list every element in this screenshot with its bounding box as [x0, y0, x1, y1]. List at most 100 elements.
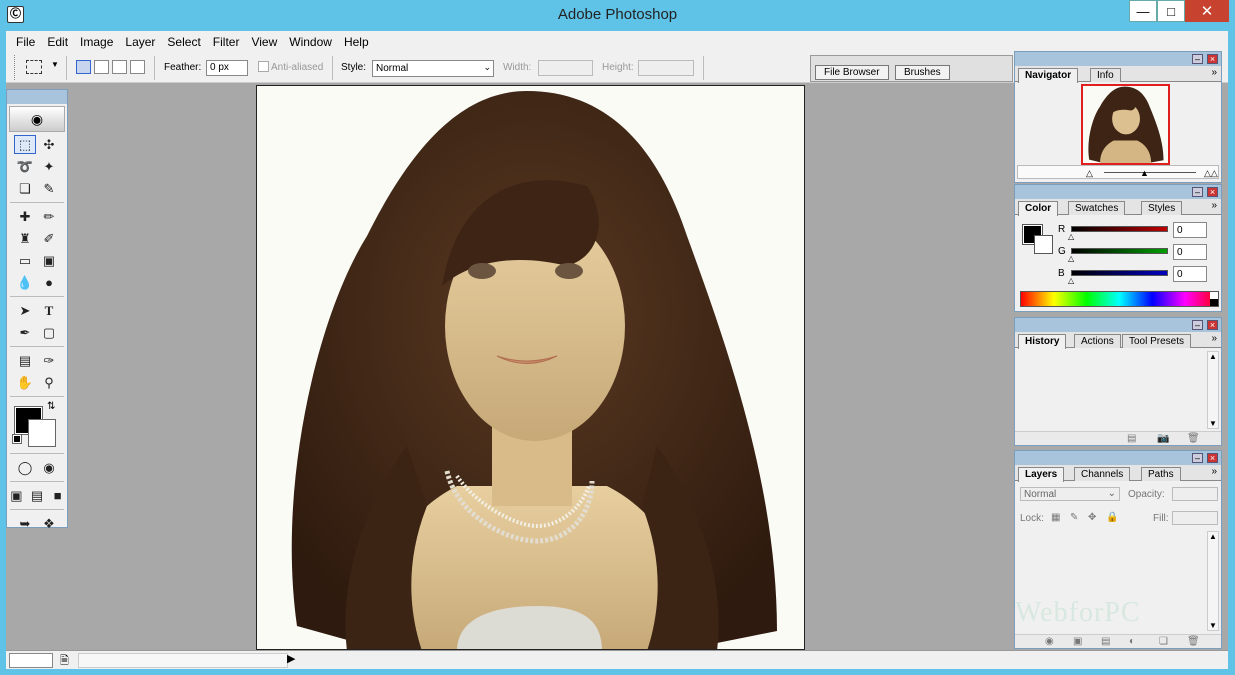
blue-slider-handle[interactable]: △	[1068, 276, 1074, 285]
eyedropper-tool-icon[interactable]: ✑	[38, 351, 60, 370]
panel-menu-icon[interactable]: »	[1211, 200, 1217, 211]
panel-menu-icon[interactable]: »	[1211, 333, 1217, 344]
lasso-tool-icon[interactable]: ➰	[14, 157, 36, 176]
menu-filter[interactable]: Filter	[207, 35, 246, 49]
panel-header[interactable]: – ×	[1015, 318, 1221, 332]
new-layer-icon[interactable]: ❏	[1159, 636, 1168, 647]
blue-value-field[interactable]: 0	[1173, 266, 1207, 282]
menu-view[interactable]: View	[245, 35, 283, 49]
dodge-tool-icon[interactable]: ●	[38, 273, 60, 292]
layer-mask-icon[interactable]: ▣	[1073, 636, 1082, 647]
eraser-tool-icon[interactable]: ▭	[14, 251, 36, 270]
fill-field[interactable]	[1172, 511, 1218, 525]
document-info-icon[interactable]: 🗎	[60, 652, 69, 671]
antialiased-checkbox[interactable]	[258, 61, 269, 72]
minimize-panel-icon[interactable]: –	[1192, 187, 1203, 197]
new-set-icon[interactable]: ▤	[1101, 636, 1110, 647]
tab-styles[interactable]: Styles	[1141, 201, 1183, 215]
new-document-icon[interactable]: ▤	[1127, 433, 1136, 444]
crop-tool-icon[interactable]: ❏	[14, 179, 36, 198]
green-slider-handle[interactable]: △	[1068, 254, 1074, 263]
red-slider[interactable]	[1071, 226, 1168, 232]
magic-wand-tool-icon[interactable]: ✦	[38, 157, 60, 176]
tab-actions[interactable]: Actions	[1074, 334, 1121, 348]
height-input[interactable]	[638, 60, 694, 76]
lock-image-icon[interactable]: ✎	[1070, 512, 1078, 523]
layer-style-icon[interactable]: ◉	[1045, 636, 1054, 647]
notes-tool-icon[interactable]: ▤	[14, 351, 36, 370]
close-panel-icon[interactable]: ×	[1207, 320, 1218, 330]
toolbox-header[interactable]	[7, 90, 67, 104]
scroll-down-icon[interactable]: ▼	[1208, 621, 1218, 630]
trash-icon[interactable]: 🗑	[1187, 433, 1200, 444]
style-select[interactable]: Normal ⌄	[372, 60, 494, 77]
new-snapshot-icon[interactable]: 📷	[1157, 433, 1169, 444]
shape-tool-icon[interactable]: ▢	[38, 323, 60, 342]
navigator-thumbnail[interactable]	[1081, 84, 1170, 165]
default-colors-icon[interactable]	[12, 434, 22, 444]
adjustment-layer-icon[interactable]: ◐	[1129, 636, 1135, 647]
maximize-button[interactable]: □	[1157, 0, 1185, 22]
brush-tool-icon[interactable]: ✏	[38, 207, 60, 226]
full-screen-menu-mode-icon[interactable]: ▤	[28, 486, 47, 505]
tab-paths[interactable]: Paths	[1141, 467, 1181, 481]
pen-tool-icon[interactable]: ✒	[14, 323, 36, 342]
tab-navigator[interactable]: Navigator	[1018, 68, 1079, 83]
panel-menu-icon[interactable]: »	[1211, 466, 1217, 477]
jump-to-imageready-icon[interactable]: ➥	[14, 514, 36, 533]
lock-position-icon[interactable]: ✥	[1088, 512, 1096, 523]
document-canvas[interactable]	[256, 85, 805, 650]
tab-tool-presets[interactable]: Tool Presets	[1122, 334, 1192, 348]
new-selection-button[interactable]	[76, 60, 91, 74]
menu-window[interactable]: Window	[283, 35, 338, 49]
panel-header[interactable]: – ×	[1015, 185, 1221, 199]
navigator-zoom-slider[interactable]: △ ▲ △△	[1017, 165, 1219, 179]
layers-scrollbar[interactable]: ▲ ▼	[1207, 531, 1219, 631]
slice-tool-icon[interactable]: ✎	[38, 179, 60, 198]
tab-info[interactable]: Info	[1090, 68, 1121, 82]
minimize-panel-icon[interactable]: –	[1192, 453, 1203, 463]
panel-header[interactable]: – ×	[1015, 451, 1221, 465]
close-panel-icon[interactable]: ×	[1207, 54, 1218, 64]
color-ramp[interactable]	[1020, 291, 1219, 307]
blur-tool-icon[interactable]: 💧	[14, 273, 36, 292]
menu-help[interactable]: Help	[338, 35, 375, 49]
adobe-online-icon[interactable]: ◉	[9, 106, 65, 132]
full-screen-mode-icon[interactable]: ■	[48, 486, 67, 505]
close-panel-icon[interactable]: ×	[1207, 453, 1218, 463]
subtract-selection-button[interactable]	[112, 60, 127, 74]
zoom-slider-handle[interactable]: ▲	[1140, 168, 1149, 178]
tab-layers[interactable]: Layers	[1018, 467, 1065, 482]
black-white-swatch[interactable]	[1210, 292, 1218, 306]
move-tool-icon[interactable]: ✣	[38, 135, 60, 154]
blend-mode-select[interactable]: Normal ⌄	[1020, 487, 1120, 501]
type-tool-icon[interactable]: T	[38, 301, 60, 320]
trash-icon[interactable]: 🗑	[1187, 636, 1200, 647]
menu-file[interactable]: File	[10, 35, 41, 49]
scroll-up-icon[interactable]: ▲	[1208, 532, 1218, 541]
zoom-in-icon[interactable]: △△	[1204, 168, 1218, 179]
healing-brush-tool-icon[interactable]: ✚	[14, 207, 36, 226]
tab-history[interactable]: History	[1018, 334, 1067, 349]
menu-select[interactable]: Select	[161, 35, 206, 49]
imageready-icon[interactable]: ❖	[38, 514, 60, 533]
chevron-down-icon[interactable]: ▼	[51, 60, 59, 69]
options-grip[interactable]	[14, 55, 16, 80]
standard-mode-icon[interactable]: ◯	[14, 458, 36, 477]
tab-color[interactable]: Color	[1018, 201, 1059, 216]
history-brush-tool-icon[interactable]: ✐	[38, 229, 60, 248]
add-selection-button[interactable]	[94, 60, 109, 74]
background-color-swatch[interactable]	[1034, 235, 1053, 254]
minimize-panel-icon[interactable]: –	[1192, 54, 1203, 64]
lock-transparency-icon[interactable]: ▦	[1051, 512, 1060, 523]
scroll-up-icon[interactable]: ▲	[1208, 352, 1218, 361]
history-scrollbar[interactable]: ▲ ▼	[1207, 351, 1219, 429]
menu-edit[interactable]: Edit	[41, 35, 74, 49]
opacity-field[interactable]	[1172, 487, 1218, 501]
gradient-tool-icon[interactable]: ▣	[38, 251, 60, 270]
tab-brushes[interactable]: Brushes	[895, 65, 950, 80]
minimize-button[interactable]: —	[1129, 0, 1157, 22]
scroll-down-icon[interactable]: ▼	[1208, 419, 1218, 428]
marquee-tool-icon[interactable]: ⬚	[14, 135, 36, 154]
tab-channels[interactable]: Channels	[1074, 467, 1131, 481]
